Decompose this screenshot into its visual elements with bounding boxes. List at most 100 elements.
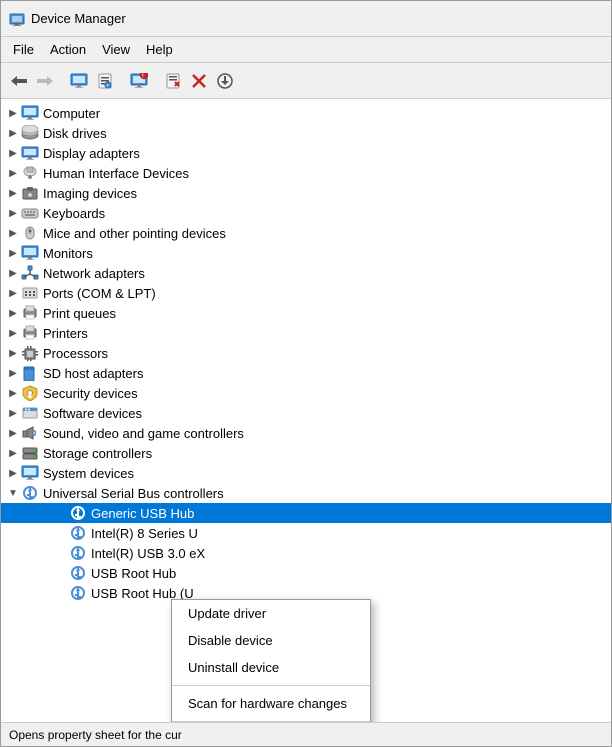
tree-item-display-adapters[interactable]: ▶ Display adapters [1,143,611,163]
ctx-update-driver[interactable]: Update driver [172,600,370,627]
mice-icon [21,225,39,241]
tree-item-intel-usb30[interactable]: Intel(R) USB 3.0 eX [1,543,611,563]
sd-host-icon [21,365,39,381]
ctx-separator-2 [172,721,370,722]
tree-item-system[interactable]: ▶ System devices [1,463,611,483]
monitors-label: Monitors [43,246,93,261]
tree-item-generic-hub[interactable]: Generic USB Hub [1,503,611,523]
security-icon [21,385,39,401]
tree-item-mice[interactable]: ▶ Mice and other pointing devices [1,223,611,243]
ctx-scan-hardware[interactable]: Scan for hardware changes [172,690,370,717]
context-menu: Update driver Disable device Uninstall d… [171,599,371,722]
expand-arrow-imaging: ▶ [5,185,21,201]
usb-label: Universal Serial Bus controllers [43,486,224,501]
expand-arrow-print-queues: ▶ [5,305,21,321]
back-button[interactable] [7,69,31,93]
monitor-btn[interactable]: ! [127,69,151,93]
download-button[interactable] [213,69,237,93]
sound-label: Sound, video and game controllers [43,426,244,441]
expand-arrow-software: ▶ [5,405,21,421]
expand-arrow-intel-usb30 [53,545,69,561]
printers-icon [21,325,39,341]
expand-arrow-usb: ▼ [5,485,21,501]
expand-arrow-computer: ▶ [5,105,21,121]
tree-item-security[interactable]: ▶ Security devices [1,383,611,403]
tree-item-imaging[interactable]: ▶ Imaging devices [1,183,611,203]
sound-icon [21,425,39,441]
title-bar: Device Manager [1,1,611,37]
expand-arrow-system: ▶ [5,465,21,481]
tree-item-keyboards[interactable]: ▶ Keyboards [1,203,611,223]
properties-toolbar-btn[interactable] [67,69,91,93]
system-icon [21,465,39,481]
display-adapters-icon [21,145,39,161]
ctx-disable-device[interactable]: Disable device [172,627,370,654]
tree-item-disk-drives[interactable]: ▶ Disk drives [1,123,611,143]
storage-label: Storage controllers [43,446,152,461]
tree-item-storage[interactable]: ▶ Storage controllers [1,443,611,463]
computer-icon [21,105,39,121]
menu-action[interactable]: Action [42,39,94,60]
expand-arrow-sd-host: ▶ [5,365,21,381]
usb-root-hub-label: USB Root Hub [91,566,176,581]
monitors-icon [21,245,39,261]
software-label: Software devices [43,406,142,421]
ports-label: Ports (COM & LPT) [43,286,156,301]
ctx-uninstall-device[interactable]: Uninstall device [172,654,370,681]
expand-arrow-usb-root-hub-u [53,585,69,601]
software-icon [21,405,39,421]
tree-item-monitors[interactable]: ▶ Monitors [1,243,611,263]
menu-file[interactable]: File [5,39,42,60]
generic-hub-icon [69,505,87,521]
device-tree[interactable]: ▶ Computer ▶ Disk drives [1,99,611,722]
intel-8-icon [69,525,87,541]
forward-button[interactable] [33,69,57,93]
tree-item-sound[interactable]: ▶ Sound, video and game controllers [1,423,611,443]
tree-item-printers[interactable]: ▶ Printers [1,323,611,343]
menu-view[interactable]: View [94,39,138,60]
security-label: Security devices [43,386,138,401]
print-queues-icon [21,305,39,321]
device-manager-window: Device Manager File Action View Help [0,0,612,747]
delete-button[interactable] [187,69,211,93]
processors-icon [21,345,39,361]
title-bar-icon [9,11,25,27]
expand-arrow-usb-root-hub [53,565,69,581]
intel-8-label: Intel(R) 8 Series U [91,526,198,541]
tree-item-intel-8[interactable]: Intel(R) 8 Series U [1,523,611,543]
status-text: Opens property sheet for the cur [9,728,182,742]
keyboards-icon [21,205,39,221]
expand-arrow-sound: ▶ [5,425,21,441]
expand-arrow-intel-8 [53,525,69,541]
display-adapters-label: Display adapters [43,146,140,161]
tree-item-usb-root-hub[interactable]: USB Root Hub [1,563,611,583]
tree-item-processors[interactable]: ▶ Processors [1,343,611,363]
imaging-label: Imaging devices [43,186,137,201]
intel-usb30-icon [69,545,87,561]
menu-help[interactable]: Help [138,39,181,60]
ctx-separator [172,685,370,686]
tree-item-sd-host[interactable]: ▶ SD host adapters [1,363,611,383]
tree-item-network[interactable]: ▶ Network adapters [1,263,611,283]
toolbar: ? ! [1,63,611,99]
alt-properties-btn[interactable]: ? [93,69,117,93]
disk-drives-icon [21,125,39,141]
hid-icon [21,165,39,181]
network-label: Network adapters [43,266,145,281]
print-queues-label: Print queues [43,306,116,321]
expand-arrow-hid: ▶ [5,165,21,181]
tree-item-ports[interactable]: ▶ Ports (COM & LPT) [1,283,611,303]
expand-arrow-storage: ▶ [5,445,21,461]
tree-item-computer[interactable]: ▶ Computer [1,103,611,123]
ports-icon [21,285,39,301]
tree-item-usb[interactable]: ▼ Universal Serial Bus controllers [1,483,611,503]
expand-arrow-mice: ▶ [5,225,21,241]
disk-drives-label: Disk drives [43,126,107,141]
expand-arrow-monitors: ▶ [5,245,21,261]
system-label: System devices [43,466,134,481]
tree-item-hid[interactable]: ▶ Human Interface Devices [1,163,611,183]
usb-root-hub-u-icon [69,585,87,601]
tree-item-print-queues[interactable]: ▶ Print queues [1,303,611,323]
tree-item-software[interactable]: ▶ Software devices [1,403,611,423]
warning-button[interactable] [161,69,185,93]
